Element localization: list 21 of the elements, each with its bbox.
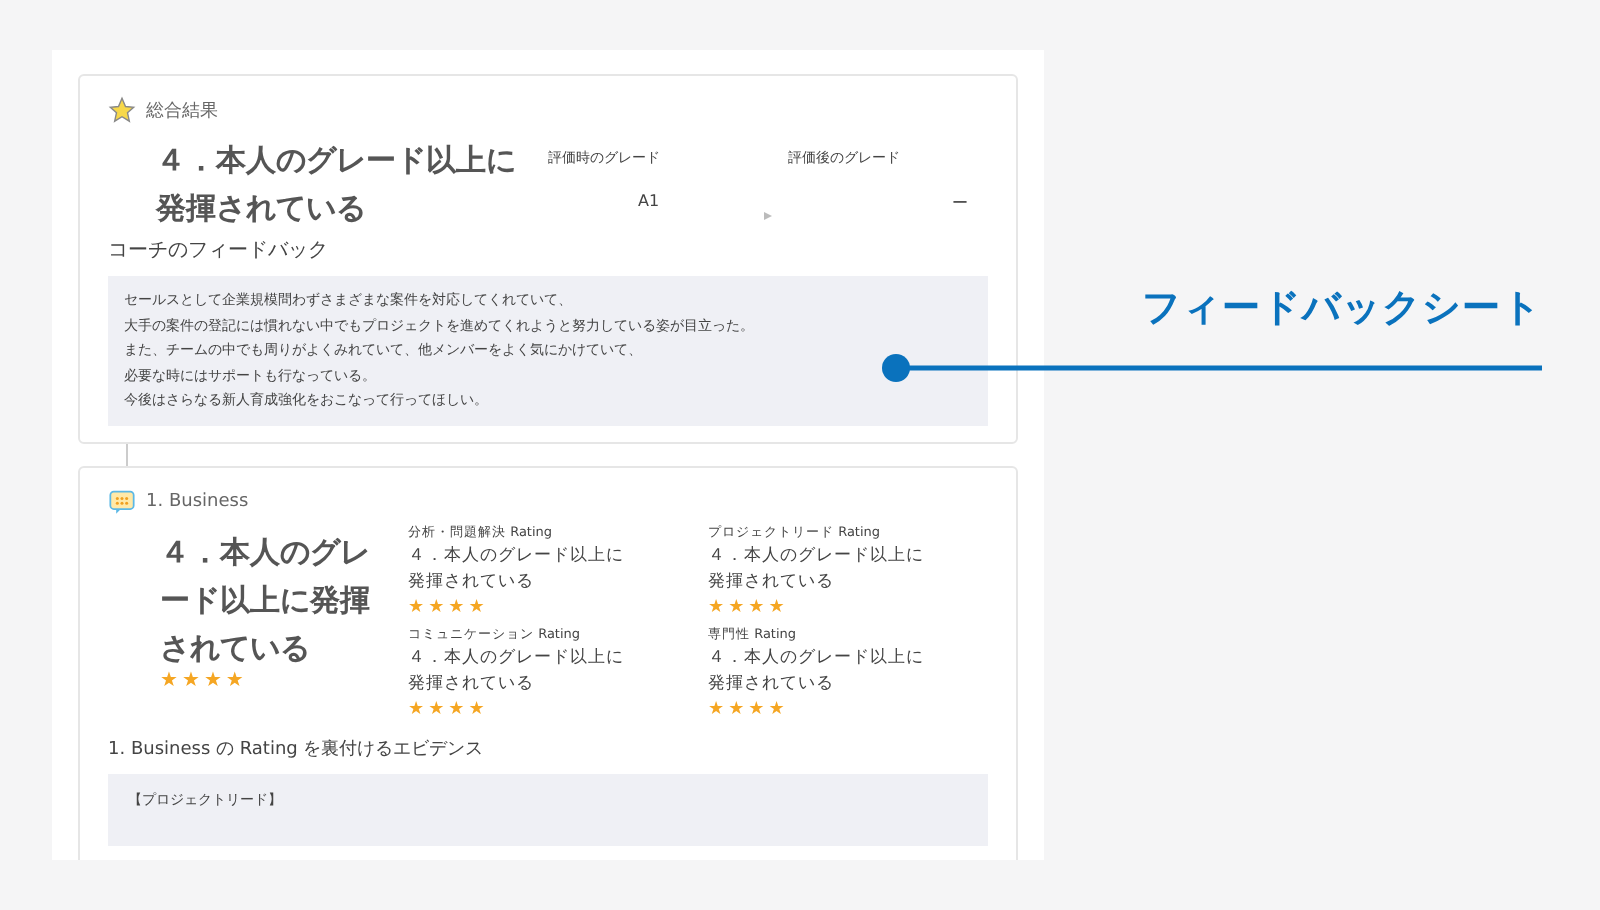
evidence-label: 1. Business の Rating を裏付けるエビデンス — [108, 737, 486, 761]
star-rating: ★★★★ — [408, 699, 489, 719]
star-rating: ★★★★ — [708, 597, 789, 617]
business-result: ４．本人のグレード以上に発揮されている — [160, 531, 372, 669]
rating-value: ４．本人のグレード以上に発揮されている — [708, 543, 924, 595]
feedback-label: コーチのフィードバック — [108, 238, 330, 264]
section-title: 総合結果 — [146, 99, 218, 123]
overall-result: ４．本人のグレード以上に発揮されている — [153, 140, 518, 230]
callout-label: フィードバックシート — [1142, 284, 1542, 334]
star-rating: ★★★★ — [708, 699, 789, 719]
rating-value: ４．本人のグレード以上に発揮されている — [408, 645, 624, 697]
rating-value: ４．本人のグレード以上に発揮されている — [708, 645, 924, 697]
rating-value: ４．本人のグレード以上に発揮されている — [408, 543, 624, 595]
section-title: 1. Business — [146, 491, 249, 511]
arrow-icon — [764, 212, 772, 220]
star-rating: ★★★★ — [408, 597, 489, 617]
grade-value: ー — [950, 192, 970, 214]
chat-icon — [108, 487, 136, 515]
star-icon — [108, 96, 136, 124]
star-rating: ★★★★ — [160, 671, 248, 691]
grade-value: A1 — [636, 192, 662, 210]
